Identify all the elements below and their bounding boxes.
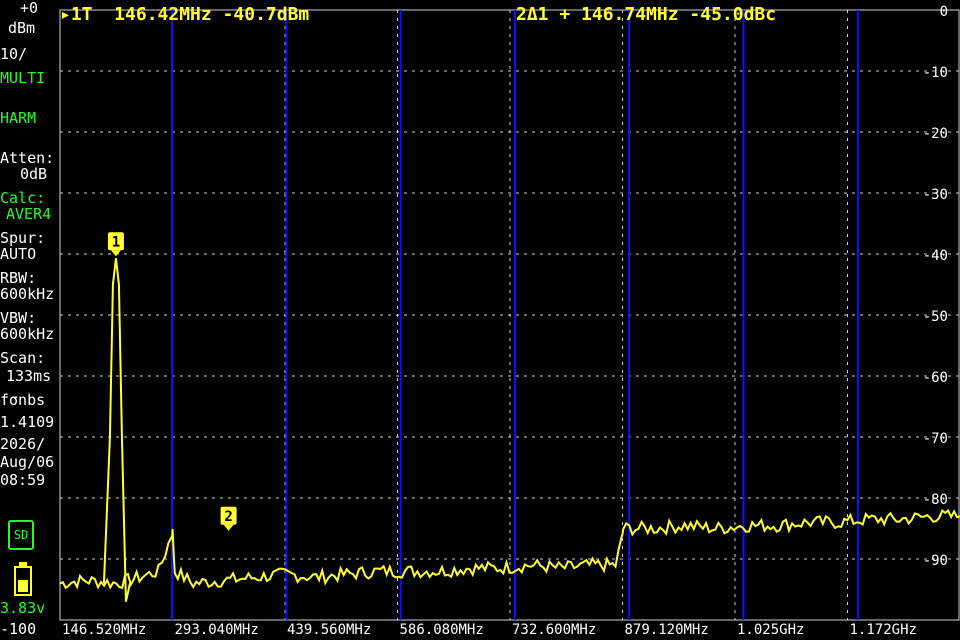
rbw-label: RBW: — [0, 269, 37, 287]
x-tick-label: 439.560MHz — [287, 622, 372, 638]
x-tick-label: 879.120MHz — [624, 622, 709, 638]
y-tick-label: -30 — [922, 187, 948, 203]
ref-unit: dBm — [8, 19, 36, 37]
scale-per-div[interactable]: 10/ — [0, 46, 27, 62]
spur-value[interactable]: AUTO — [0, 246, 36, 262]
calc-label: Calc: — [0, 189, 46, 207]
date-year: 2026/ — [0, 435, 46, 453]
y-tick-label: -40 — [922, 248, 948, 264]
clock-time: 08:59 — [0, 471, 46, 489]
sd-card-icon[interactable]: SD — [8, 520, 34, 550]
rbw-value[interactable]: 600kHz — [0, 286, 54, 302]
y-tick-label: -10 — [922, 65, 948, 81]
spur-label: Spur: — [0, 229, 46, 247]
bottom-ref-level: -100 — [0, 620, 37, 638]
x-tick-label: 586.080MHz — [399, 622, 484, 638]
y-tick-label: -80 — [922, 492, 948, 508]
battery-voltage: 3.83v — [0, 599, 46, 617]
y-tick-label: -20 — [922, 126, 948, 142]
y-tick-label: -50 — [922, 309, 948, 325]
x-tick-label: 732.600MHz — [512, 622, 597, 638]
firmware-version: 1.4109 — [0, 413, 55, 431]
scan-label: Scan: — [0, 349, 46, 367]
x-tick-label: 1.025GHz — [737, 622, 805, 638]
marker-label: 2 — [224, 509, 232, 525]
battery-icon — [14, 562, 32, 596]
y-tick-label: 0 — [939, 4, 948, 20]
scan-value[interactable]: 133ms — [6, 368, 51, 384]
mode-harm[interactable]: HARM — [0, 110, 36, 126]
marker-pointer — [110, 250, 121, 257]
date-day: Aug/06 — [0, 453, 55, 471]
atten-label: Atten: — [0, 149, 55, 167]
x-tick-label: 146.520MHz — [62, 622, 147, 638]
mode-multi[interactable]: MULTI — [0, 70, 45, 86]
fundamental-peak — [102, 258, 131, 602]
firmware-label: fσnbs — [0, 391, 46, 409]
marker2-delta-readout[interactable]: 2Δ1 + 146.74MHz -45.0dBc — [516, 4, 776, 25]
vbw-value[interactable]: 600kHz — [0, 326, 54, 342]
y-tick-label: -90 — [922, 553, 948, 569]
x-tick-label: 1.172GHz — [849, 622, 917, 638]
calc-value[interactable]: AVER4 — [6, 206, 51, 222]
analyzer-screen: 12 ▸1T 146.42MHz -40.7dBm 2Δ1 + 146.74MH… — [0, 0, 960, 640]
vbw-label: VBW: — [0, 309, 37, 327]
atten-value[interactable]: 0dB — [20, 166, 47, 182]
marker1-readout[interactable]: ▸1T 146.42MHz -40.7dBm — [60, 4, 309, 25]
ref-level[interactable]: +0 — [20, 0, 38, 16]
y-tick-label: -60 — [922, 370, 948, 386]
y-tick-label: -70 — [922, 431, 948, 447]
marker-label: 1 — [112, 234, 120, 250]
spectrum-plot: 12 — [59, 9, 960, 621]
marker-pointer — [223, 524, 234, 531]
x-tick-label: 293.040MHz — [174, 622, 259, 638]
